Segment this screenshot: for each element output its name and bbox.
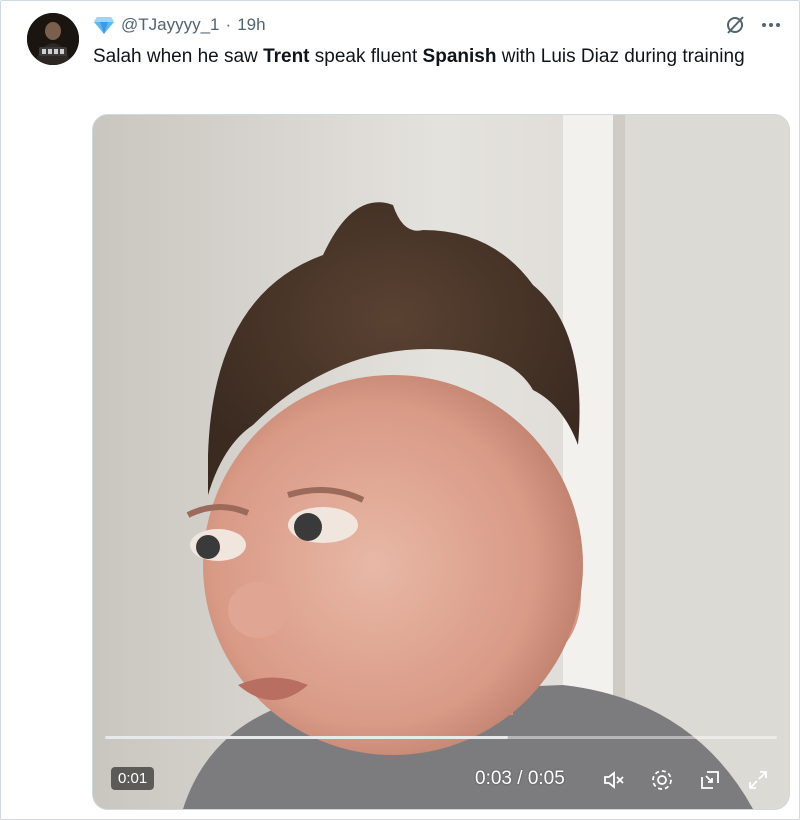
text-run: Salah when he saw	[93, 46, 264, 67]
bold-text-run: Trent	[263, 46, 310, 67]
video-player[interactable]: 0:01 0:03 / 0:05	[92, 114, 790, 810]
slashed-circle-icon[interactable]	[723, 13, 747, 37]
video-progress-bar[interactable]	[105, 736, 777, 739]
gear-icon[interactable]	[649, 767, 675, 793]
video-frame	[93, 115, 789, 809]
speaker-muted-icon[interactable]	[601, 767, 627, 793]
tweet-meta: @TJayyyy_1 · 19h	[93, 14, 266, 36]
tweet-actions	[723, 13, 783, 37]
expand-icon[interactable]	[745, 767, 771, 793]
elapsed-badge: 0:01	[111, 767, 155, 790]
more-dots-icon[interactable]	[759, 13, 783, 37]
text-run: speak fluent	[309, 46, 423, 67]
author-handle[interactable]: @TJayyyy_1	[121, 15, 220, 35]
tweet-text: Salah when he saw Trent speak fluent Spa…	[93, 43, 773, 70]
picture-in-picture-icon[interactable]	[697, 767, 723, 793]
tweet-card[interactable]: @TJayyyy_1 · 19h Salah when he saw Trent…	[0, 0, 800, 820]
bold-text-run: Spanish	[422, 46, 497, 67]
text-run: with Luis Diaz during training	[496, 46, 745, 67]
tweet-timestamp[interactable]: 19h	[237, 15, 265, 35]
avatar-image	[27, 13, 79, 65]
video-controls: 0:01 0:03 / 0:05	[93, 755, 789, 799]
time-readout: 0:03 / 0:05	[475, 768, 565, 789]
video-progress-fill	[105, 736, 509, 739]
avatar[interactable]	[27, 13, 79, 65]
meta-separator: ·	[225, 15, 232, 34]
diamond-icon	[93, 15, 115, 35]
